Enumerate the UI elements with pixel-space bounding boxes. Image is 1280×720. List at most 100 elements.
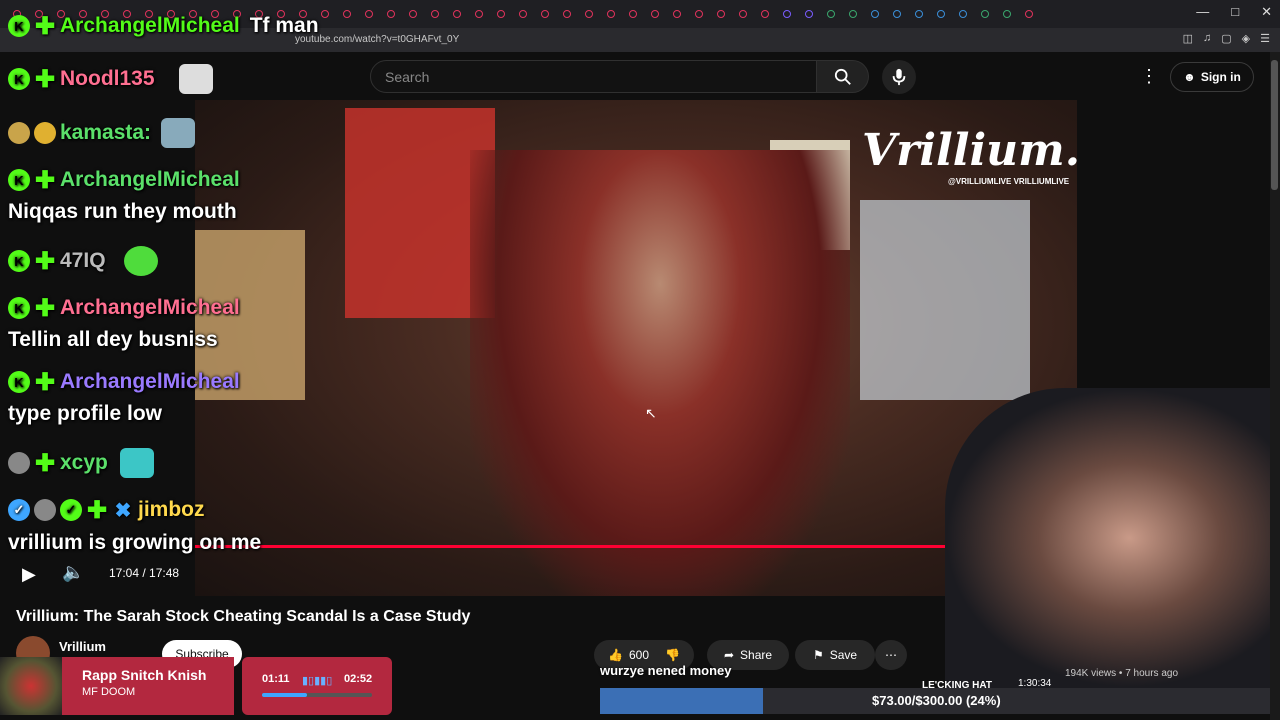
- thumbs-down-icon[interactable]: 👎: [665, 648, 680, 662]
- tab-icon[interactable]: [585, 10, 593, 18]
- tab-icon[interactable]: [695, 10, 703, 18]
- kick-badge-icon: K: [8, 297, 30, 319]
- waveform-icon: ▮▯▮▮▯: [302, 675, 333, 687]
- tab-icon[interactable]: [849, 10, 857, 18]
- save-button[interactable]: ⚑ Save: [795, 640, 875, 670]
- tab-icon[interactable]: [783, 10, 791, 18]
- tab-icon[interactable]: [871, 10, 879, 18]
- tab-icon[interactable]: [387, 10, 395, 18]
- tab-icon[interactable]: [453, 10, 461, 18]
- chat-username: 47IQ: [60, 249, 106, 272]
- thumbs-up-icon: 👍: [608, 648, 623, 662]
- scrollbar-thumb[interactable]: [1271, 60, 1278, 190]
- video-title: Vrillium: The Sarah Stock Cheating Scand…: [16, 608, 471, 625]
- browser-toolbar: ◫ ♫ ▢ ◈ ☰: [1183, 32, 1270, 45]
- save-label: Save: [829, 648, 858, 662]
- tab-icon[interactable]: [475, 10, 483, 18]
- tab-icon[interactable]: [805, 10, 813, 18]
- tab-icon[interactable]: [343, 10, 351, 18]
- tab-icon[interactable]: [673, 10, 681, 18]
- chat-message: ✚ xcyp: [8, 448, 154, 478]
- sword-badge-icon: ✖: [114, 499, 132, 522]
- tab-icon[interactable]: [651, 10, 659, 18]
- microphone-icon: [892, 68, 906, 86]
- chat-username: ArchangelMicheal: [60, 168, 240, 191]
- streamer-webcam: [945, 388, 1280, 688]
- plus-badge-icon: ✚: [34, 12, 56, 40]
- play-icon[interactable]: ▶: [22, 564, 36, 585]
- music-icon[interactable]: ♫: [1203, 32, 1211, 45]
- bookmark-icon: ⚑: [812, 648, 824, 662]
- close-icon[interactable]: ✕: [1261, 4, 1272, 20]
- chat-emote: [119, 448, 154, 478]
- chat-username: ArchangelMicheal: [60, 370, 240, 393]
- chat-message: K ✚ ArchangelMicheal: [8, 295, 240, 322]
- kick-badge-icon: K: [8, 169, 30, 191]
- shield-icon[interactable]: ◈: [1242, 32, 1250, 45]
- kick-badge-icon: K: [8, 371, 30, 393]
- track-elapsed: 01:11: [262, 673, 290, 685]
- tab-icon[interactable]: [915, 10, 923, 18]
- chat-text: Niqqas run they mouth: [8, 200, 237, 223]
- share-label: Share: [740, 648, 773, 662]
- tab-icon[interactable]: [519, 10, 527, 18]
- tab-icon[interactable]: [717, 10, 725, 18]
- tab-icon[interactable]: [739, 10, 747, 18]
- time-display: 17:04 / 17:48: [109, 566, 180, 580]
- progress-bar-played[interactable]: [195, 545, 970, 548]
- tab-icon[interactable]: [1025, 10, 1033, 18]
- crown-badge-icon: [34, 122, 56, 144]
- chat-text: vrillium is growing on me: [8, 531, 262, 554]
- track-progress-fill: [262, 693, 307, 697]
- tab-icon[interactable]: [827, 10, 835, 18]
- tab-icon[interactable]: [629, 10, 637, 18]
- sidebar-icon[interactable]: ▢: [1221, 32, 1231, 45]
- tab-icon[interactable]: [431, 10, 439, 18]
- minimize-icon[interactable]: —: [1196, 4, 1209, 20]
- volume-icon[interactable]: 🔈: [62, 562, 84, 583]
- gift-badge-icon: [8, 122, 30, 144]
- chat-emote: [123, 246, 158, 276]
- maximize-icon[interactable]: □: [1231, 4, 1239, 20]
- menu-icon[interactable]: ☰: [1260, 32, 1270, 45]
- plus-badge-icon: ✚: [34, 65, 56, 93]
- tab-icon[interactable]: [937, 10, 945, 18]
- chat-message: K ✚ ArchangelMicheal: [8, 167, 240, 194]
- search-input[interactable]: Search: [370, 60, 817, 93]
- tab-icon[interactable]: [321, 10, 329, 18]
- extensions-icon[interactable]: ◫: [1183, 32, 1193, 45]
- tab-icon[interactable]: [409, 10, 417, 18]
- tab-icon[interactable]: [541, 10, 549, 18]
- url-text[interactable]: youtube.com/watch?v=t0GHAFvt_0Y: [295, 34, 459, 45]
- plus-badge-icon: ✚: [34, 368, 56, 396]
- voice-search-button[interactable]: [882, 60, 916, 94]
- album-art: [0, 657, 62, 715]
- now-playing-widget: Rapp Snitch Knish MF DOOM: [62, 657, 234, 715]
- chat-username: xcyp: [60, 451, 108, 474]
- search-icon: [834, 68, 851, 85]
- chat-message: ✓ ✓ ✚ ✖ jimboz: [8, 497, 205, 524]
- track-total: 02:52: [344, 673, 373, 685]
- channel-name[interactable]: Vrillium: [59, 639, 106, 654]
- tab-icon[interactable]: [1003, 10, 1011, 18]
- chat-text: type profile low: [8, 402, 163, 425]
- search-button[interactable]: [817, 60, 869, 93]
- chat-username: kamasta:: [60, 121, 152, 144]
- tab-icon[interactable]: [959, 10, 967, 18]
- tab-icon[interactable]: [607, 10, 615, 18]
- donation-goal-fill: [600, 688, 764, 714]
- tab-icon[interactable]: [563, 10, 571, 18]
- track-artist: MF DOOM: [82, 686, 136, 698]
- sign-in-button[interactable]: ☻ Sign in: [1170, 62, 1254, 92]
- tab-icon[interactable]: [497, 10, 505, 18]
- tab-icon[interactable]: [893, 10, 901, 18]
- tab-icon[interactable]: [365, 10, 373, 18]
- chat-username: jimboz: [138, 498, 205, 521]
- plus-badge-icon: ✚: [34, 247, 56, 275]
- chat-message: K ✚ ArchangelMicheal Tf man: [8, 12, 319, 40]
- tab-icon[interactable]: [761, 10, 769, 18]
- more-options-icon[interactable]: ⋮: [1140, 66, 1158, 87]
- channel-watermark: Vrillium.: [862, 125, 1081, 176]
- tab-icon[interactable]: [981, 10, 989, 18]
- more-actions-button[interactable]: ⋯: [875, 640, 907, 670]
